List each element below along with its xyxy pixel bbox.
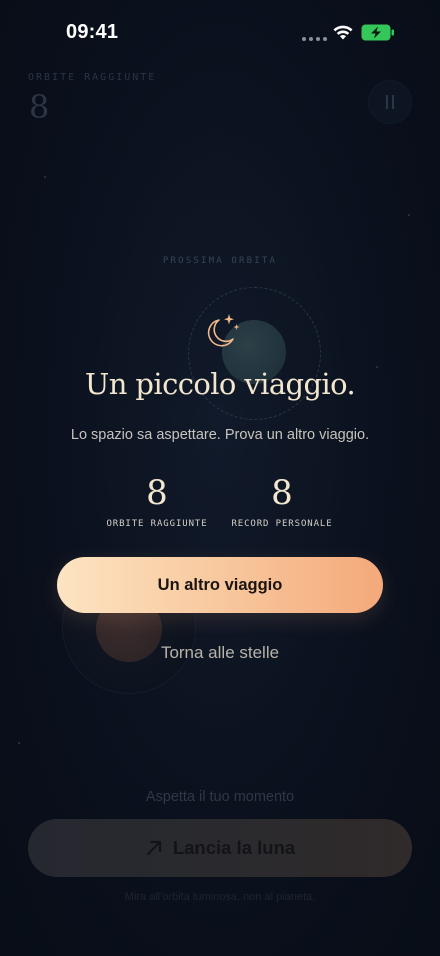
moon-stars-icon [207,314,240,347]
stat-orbits-label: ORBITE RAGGIUNTE [106,519,208,529]
dialog-subtitle: Lo spazio sa aspettare. Prova un altro v… [70,427,370,443]
retry-button[interactable]: Un altro viaggio [57,557,383,613]
dialog-title: Un piccolo viaggio. [84,367,356,401]
game-over-dialog: Un piccolo viaggio. Lo spazio sa aspetta… [0,0,440,956]
retry-label: Un altro viaggio [157,575,283,594]
status-bar: 09:41 [0,0,440,64]
battery-charging-icon [361,24,394,41]
stat-record: 8 RECORD PERSONALE [212,473,352,529]
stat-orbits: 8 ORBITE RAGGIUNTE [87,473,227,529]
stat-record-label: RECORD PERSONALE [231,519,333,529]
cellular-signal-icon [302,37,327,41]
status-time: 09:41 [66,21,119,43]
wifi-icon [333,25,353,40]
back-to-stars-link[interactable]: Torna alle stelle [0,643,440,663]
stat-orbits-value: 8 [146,473,168,513]
game-over-screen: 09:41 ORBITE RAGGIUNTE 8 PROSSIMA ORBITA [0,0,440,956]
stat-record-value: 8 [271,473,293,513]
